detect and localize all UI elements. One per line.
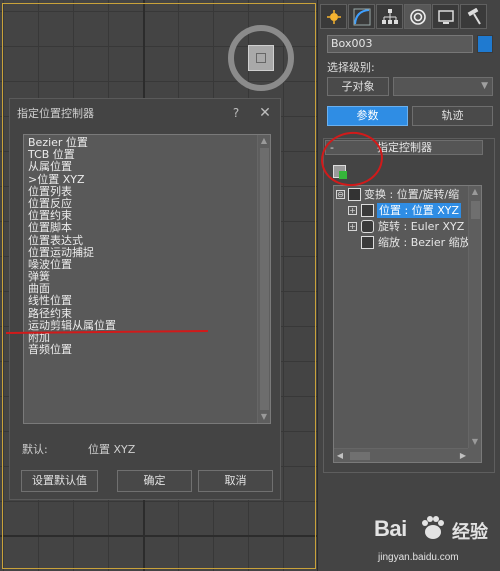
chevron-down-icon: ▼ <box>481 81 488 91</box>
tab-modify[interactable] <box>348 4 375 29</box>
selection-level-label: 选择级别: <box>327 61 375 74</box>
tree-expander-icon[interactable]: + <box>348 206 357 215</box>
controller-list-item[interactable]: 线性位置 <box>28 295 258 307</box>
assign-position-controller-dialog: 指定位置控制器 ? ✕ Bezier 位置 TCB 位置 从属位置 >位置 XYZ 位置… <box>9 98 281 500</box>
command-panel: Box003 选择级别: 子对象 ▼ 参数 轨迹 - 指定控制器 ⊖ 变换 : … <box>317 0 500 571</box>
tree-row-scale[interactable]: 缩放 : Bezier 缩放 <box>334 235 471 250</box>
scroll-down-icon[interactable]: ▼ <box>258 411 270 423</box>
ok-button[interactable]: 确定 <box>117 470 192 492</box>
set-default-button[interactable]: 设置默认值 <box>21 470 98 492</box>
object-name-field[interactable]: Box003 <box>327 35 473 53</box>
tree-item-label: 位置 : 位置 XYZ <box>377 203 461 218</box>
help-icon[interactable]: ? <box>222 106 250 120</box>
parameters-tab[interactable]: 参数 <box>327 106 408 126</box>
hierarchy-icon <box>381 8 398 24</box>
transform-icon <box>348 188 361 201</box>
tab-motion[interactable] <box>404 4 431 29</box>
scrollbar-thumb[interactable] <box>471 201 480 219</box>
cancel-button[interactable]: 取消 <box>198 470 273 492</box>
default-value: 位置 XYZ <box>88 443 136 456</box>
tree-expander-icon[interactable]: + <box>348 222 357 231</box>
tree-item-label: 旋转 : Euler XYZ <box>378 220 465 233</box>
controller-listbox[interactable]: Bezier 位置 TCB 位置 从属位置 >位置 XYZ 位置列表 位置反应 位置约束 位置… <box>23 134 271 424</box>
create-icon <box>326 9 341 24</box>
tree-row-rotation[interactable]: + 旋转 : Euler XYZ <box>334 219 469 234</box>
tree-item-label: 缩放 : Bezier 缩放 <box>378 236 471 249</box>
modify-icon <box>353 8 370 25</box>
tree-row-position[interactable]: + 位置 : 位置 XYZ <box>334 203 469 218</box>
motion-icon <box>409 8 426 25</box>
tab-hierarchy[interactable] <box>376 4 403 29</box>
rotation-icon <box>361 220 374 233</box>
object-color-swatch[interactable] <box>477 35 493 53</box>
tree-horizontal-scrollbar[interactable]: ◀ ▶ <box>334 448 469 462</box>
tab-create[interactable] <box>320 4 347 29</box>
scroll-left-icon[interactable]: ◀ <box>334 449 346 462</box>
tree-row-transform[interactable]: ⊖ 变换 : 位置/旋转/缩 <box>334 187 469 202</box>
command-panel-tabs <box>318 4 500 30</box>
tree-vertical-scrollbar[interactable]: ▲ ▼ <box>468 186 481 448</box>
controller-tree[interactable]: ⊖ 变换 : 位置/旋转/缩 + 位置 : 位置 XYZ + 旋转 : Eule… <box>333 185 482 463</box>
viewcube-face-inner <box>256 53 266 63</box>
scale-icon <box>361 236 374 249</box>
display-icon <box>437 9 454 24</box>
tree-expander-icon[interactable]: ⊖ <box>336 190 345 199</box>
controller-list-item[interactable]: 路径约束 <box>28 307 258 320</box>
scrollbar-thumb[interactable] <box>350 452 370 460</box>
controller-list-item[interactable]: 弹簧 <box>28 270 258 283</box>
controller-list: Bezier 位置 TCB 位置 从属位置 >位置 XYZ 位置列表 位置反应 位置约束 位置… <box>28 136 258 356</box>
rollout-title: 指定控制器 <box>377 141 432 154</box>
dialog-titlebar[interactable]: 指定位置控制器 ? ✕ <box>10 99 280 127</box>
hammer-icon <box>467 7 481 25</box>
dialog-title: 指定位置控制器 <box>17 107 94 120</box>
controller-list-item[interactable]: 音频位置 <box>28 343 258 356</box>
viewcube[interactable] <box>228 25 294 91</box>
tree-item-label: 变换 : 位置/旋转/缩 <box>364 188 460 201</box>
scrollbar-thumb[interactable] <box>260 148 269 410</box>
viewcube-face[interactable] <box>248 45 274 71</box>
scrollbar-corner <box>468 448 481 462</box>
subobject-button[interactable]: 子对象 <box>327 77 389 96</box>
controller-list-item[interactable]: 噪波位置 <box>28 258 258 271</box>
controller-list-item[interactable]: 位置脚本 <box>28 222 258 234</box>
scroll-up-icon[interactable]: ▲ <box>469 186 481 198</box>
trajectories-tab[interactable]: 轨迹 <box>412 106 493 126</box>
listbox-scrollbar[interactable]: ▲ ▼ <box>257 135 270 423</box>
default-label: 默认: <box>22 443 48 456</box>
selection-level-dropdown[interactable]: ▼ <box>393 77 493 96</box>
scroll-down-icon[interactable]: ▼ <box>469 436 481 448</box>
tab-display[interactable] <box>432 4 459 29</box>
tab-utilities[interactable] <box>460 4 487 29</box>
controller-list-item[interactable]: 位置表达式 <box>28 234 258 247</box>
close-icon[interactable]: ✕ <box>250 105 280 121</box>
controller-list-item[interactable]: 从属位置 <box>28 161 258 173</box>
position-icon <box>361 204 374 217</box>
controller-list-item[interactable]: >位置 XYZ <box>28 173 258 186</box>
scroll-up-icon[interactable]: ▲ <box>258 135 270 147</box>
